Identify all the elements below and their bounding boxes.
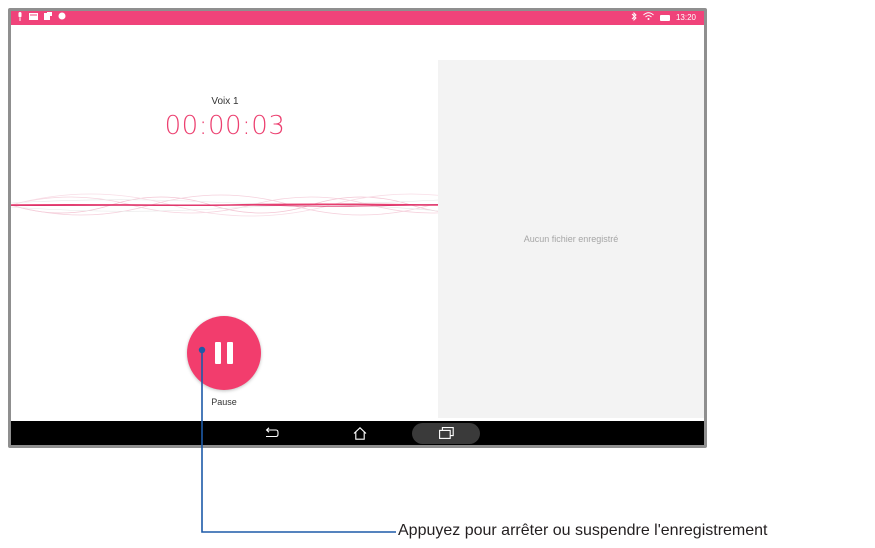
pause-icon <box>215 342 233 364</box>
empty-list-message: Aucun fichier enregistré <box>523 234 619 244</box>
status-time: 13:20 <box>675 13 696 22</box>
pause-label: Pause <box>211 397 237 407</box>
recents-icon <box>438 427 454 439</box>
mic-icon <box>17 11 23 25</box>
back-button[interactable] <box>251 421 291 445</box>
chat-icon <box>58 12 66 24</box>
bluetooth-icon <box>631 11 637 25</box>
back-icon <box>265 427 279 438</box>
home-button[interactable] <box>340 421 380 445</box>
recorder-pane: Voix 1 00:00:03 Pause <box>11 25 438 417</box>
notification-icon <box>44 12 52 24</box>
screen: 13:20 Voix 1 00:00:03 Pause Aucun fichie… <box>11 11 704 445</box>
recordings-list-panel: Aucun fichier enregistré <box>438 60 704 418</box>
navigation-bar <box>11 421 704 445</box>
recording-timer: 00:00:03 <box>164 111 286 141</box>
status-bar: 13:20 <box>11 11 704 25</box>
tablet-frame: 13:20 Voix 1 00:00:03 Pause Aucun fichie… <box>8 8 707 448</box>
recents-button[interactable] <box>426 421 466 445</box>
home-icon <box>353 426 367 440</box>
message-icon <box>29 12 38 24</box>
pause-button[interactable] <box>187 316 261 390</box>
status-system: 13:20 <box>631 11 696 25</box>
battery-icon <box>659 15 670 21</box>
callout-text: Appuyez pour arrêter ou suspendre l'enre… <box>398 522 768 539</box>
waveform-visualizer <box>11 193 438 217</box>
recording-name: Voix 1 <box>211 96 239 107</box>
status-notifications <box>17 11 66 25</box>
wifi-icon <box>643 12 654 24</box>
